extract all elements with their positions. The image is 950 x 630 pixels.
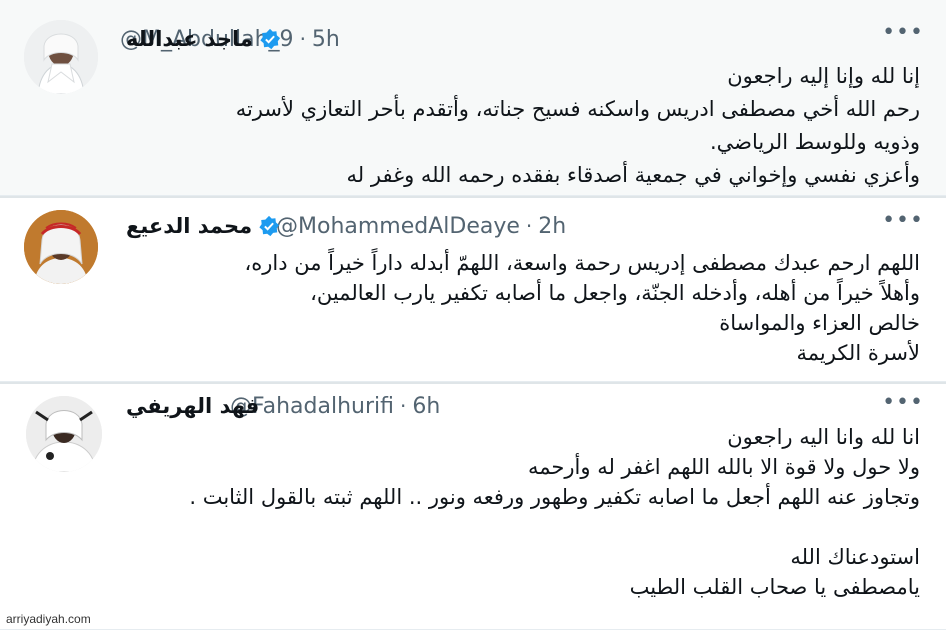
verified-badge-icon xyxy=(259,215,280,237)
verified-badge-icon xyxy=(260,28,280,50)
tweet-line: ولا حول ولا قوة الا بالله اللهم اغفر له … xyxy=(528,455,920,479)
more-options-icon[interactable]: ••• xyxy=(882,208,924,233)
tweet-text: إنا لله وإنا إليه راجعون رحم الله أخي مص… xyxy=(110,60,920,192)
tweet-text: انا لله وانا اليه راجعون ولا حول ولا قوة… xyxy=(110,422,920,602)
tweet[interactable]: @Fahadalhurifi · 6h فهد الهريفي ••• انا … xyxy=(0,382,946,630)
display-name[interactable]: محمد الدعيع xyxy=(126,214,252,238)
tweet-line: انا لله وانا اليه راجعون xyxy=(727,425,920,449)
user-identity: فهد الهريفي xyxy=(120,391,259,421)
more-options-icon[interactable]: ••• xyxy=(882,20,924,45)
timestamp[interactable]: 5h xyxy=(312,27,340,52)
watermark: arriyadiyah.com xyxy=(6,612,91,626)
tweet-line: وذويه وللوسط الرياضي. xyxy=(709,130,920,154)
avatar[interactable] xyxy=(24,210,98,284)
line-break xyxy=(110,512,920,542)
separator-dot: · xyxy=(525,214,533,238)
avatar[interactable] xyxy=(26,396,102,472)
user-identity: محمد الدعيع xyxy=(120,211,286,241)
tweet[interactable]: @M_Abdullah_9 · 5h ماجد عبدالله ••• إنا … xyxy=(0,0,946,196)
tweet[interactable]: @MohammedAlDeaye · 2h محمد الدعيع ••• ال… xyxy=(0,196,946,382)
tweet-text: اللهم ارحم عبدك مصطفى إدريس رحمة واسعة، … xyxy=(110,248,920,368)
more-options-icon[interactable]: ••• xyxy=(882,390,924,415)
tweet-line: خالص العزاء والمواساة xyxy=(719,311,920,335)
tweet-line: يامصطفى يا صحاب القلب الطيب xyxy=(629,575,920,599)
tweet-line: اللهم ارحم عبدك مصطفى إدريس رحمة واسعة، … xyxy=(244,251,920,275)
tweet-line: وتجاوز عنه اللهم أجعل ما اصابه تكفير وطه… xyxy=(189,485,920,509)
tweet-line: لأسرة الكريمة xyxy=(796,341,921,365)
tweet-line: إنا لله وإنا إليه راجعون xyxy=(727,64,920,88)
separator-dot: · xyxy=(299,27,306,51)
tweet-line: وأعزي نفسي وإخواني في جمعية أصدقاء بفقده… xyxy=(346,163,920,187)
user-identity: ماجد عبدالله xyxy=(120,24,287,54)
tweet-line: وأهلاً خيراً من أهله، وأدخله الجنّة، واج… xyxy=(310,281,920,305)
avatar[interactable] xyxy=(24,20,98,94)
tweet-line: استودعناك الله xyxy=(790,545,920,569)
timestamp[interactable]: 6h xyxy=(412,394,440,419)
timestamp[interactable]: 2h xyxy=(538,214,566,239)
user-handle[interactable]: @MohammedAlDeaye xyxy=(276,214,520,239)
display-name[interactable]: فهد الهريفي xyxy=(126,394,259,418)
separator-dot: · xyxy=(400,394,407,418)
tweet-line: رحم الله أخي مصطفى ادريس واسكنه فسيح جنا… xyxy=(235,97,920,121)
display-name[interactable]: ماجد عبدالله xyxy=(126,27,253,51)
